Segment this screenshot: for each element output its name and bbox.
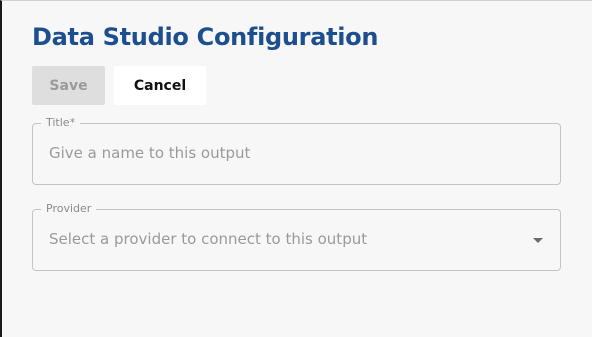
title-field-label: Title* [41,115,81,131]
title-input-placeholder[interactable]: Give a name to this output [49,144,250,162]
cancel-button[interactable]: Cancel [114,66,206,105]
provider-field-label: Provider [41,201,97,217]
provider-select-placeholder[interactable]: Select a provider to connect to this out… [49,230,367,248]
configuration-panel: Data Studio Configuration Save Cancel Ti… [0,0,592,337]
save-button[interactable]: Save [32,66,105,105]
title-field[interactable]: Title* Give a name to this output [32,115,561,185]
provider-select[interactable]: Provider Select a provider to connect to… [32,201,561,271]
page-title: Data Studio Configuration [32,23,379,51]
caret-down-icon[interactable] [533,238,543,243]
